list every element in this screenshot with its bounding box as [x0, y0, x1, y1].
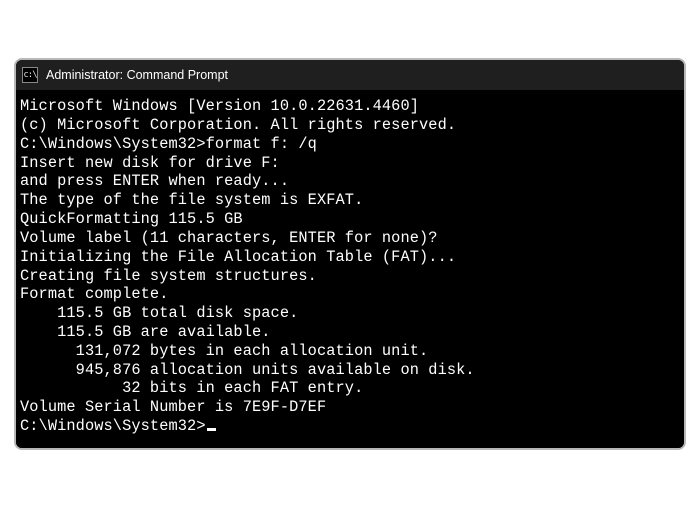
- prompt-path: C:\Windows\System32>: [20, 135, 206, 153]
- output-line: QuickFormatting 115.5 GB: [20, 210, 680, 229]
- output-line: Initializing the File Allocation Table (…: [20, 248, 680, 267]
- window-title: Administrator: Command Prompt: [46, 68, 228, 82]
- terminal-output[interactable]: Microsoft Windows [Version 10.0.22631.44…: [16, 91, 684, 448]
- output-line: Format complete.: [20, 285, 680, 304]
- output-line: 115.5 GB are available.: [20, 323, 680, 342]
- cmd-icon-glyph: c:\: [23, 71, 36, 80]
- prompt-line: C:\Windows\System32>format f: /q: [20, 135, 680, 154]
- prompt-line[interactable]: C:\Windows\System32>: [20, 417, 680, 436]
- command-prompt-window: c:\ Administrator: Command Prompt Micros…: [14, 58, 686, 450]
- output-line: 115.5 GB total disk space.: [20, 304, 680, 323]
- output-line: Microsoft Windows [Version 10.0.22631.44…: [20, 97, 680, 116]
- prompt-path: C:\Windows\System32>: [20, 417, 206, 435]
- titlebar[interactable]: c:\ Administrator: Command Prompt: [16, 60, 684, 91]
- output-line: The type of the file system is EXFAT.: [20, 191, 680, 210]
- output-line: (c) Microsoft Corporation. All rights re…: [20, 116, 680, 135]
- typed-command: format f: /q: [206, 135, 317, 153]
- output-line: Volume label (11 characters, ENTER for n…: [20, 229, 680, 248]
- output-line: Creating file system structures.: [20, 267, 680, 286]
- cmd-icon: c:\: [22, 67, 38, 83]
- output-line: 945,876 allocation units available on di…: [20, 361, 680, 380]
- cursor-icon: [207, 428, 216, 431]
- output-line: 131,072 bytes in each allocation unit.: [20, 342, 680, 361]
- output-line: and press ENTER when ready...: [20, 172, 680, 191]
- output-line: Volume Serial Number is 7E9F-D7EF: [20, 398, 680, 417]
- output-line: Insert new disk for drive F:: [20, 154, 680, 173]
- output-line: 32 bits in each FAT entry.: [20, 379, 680, 398]
